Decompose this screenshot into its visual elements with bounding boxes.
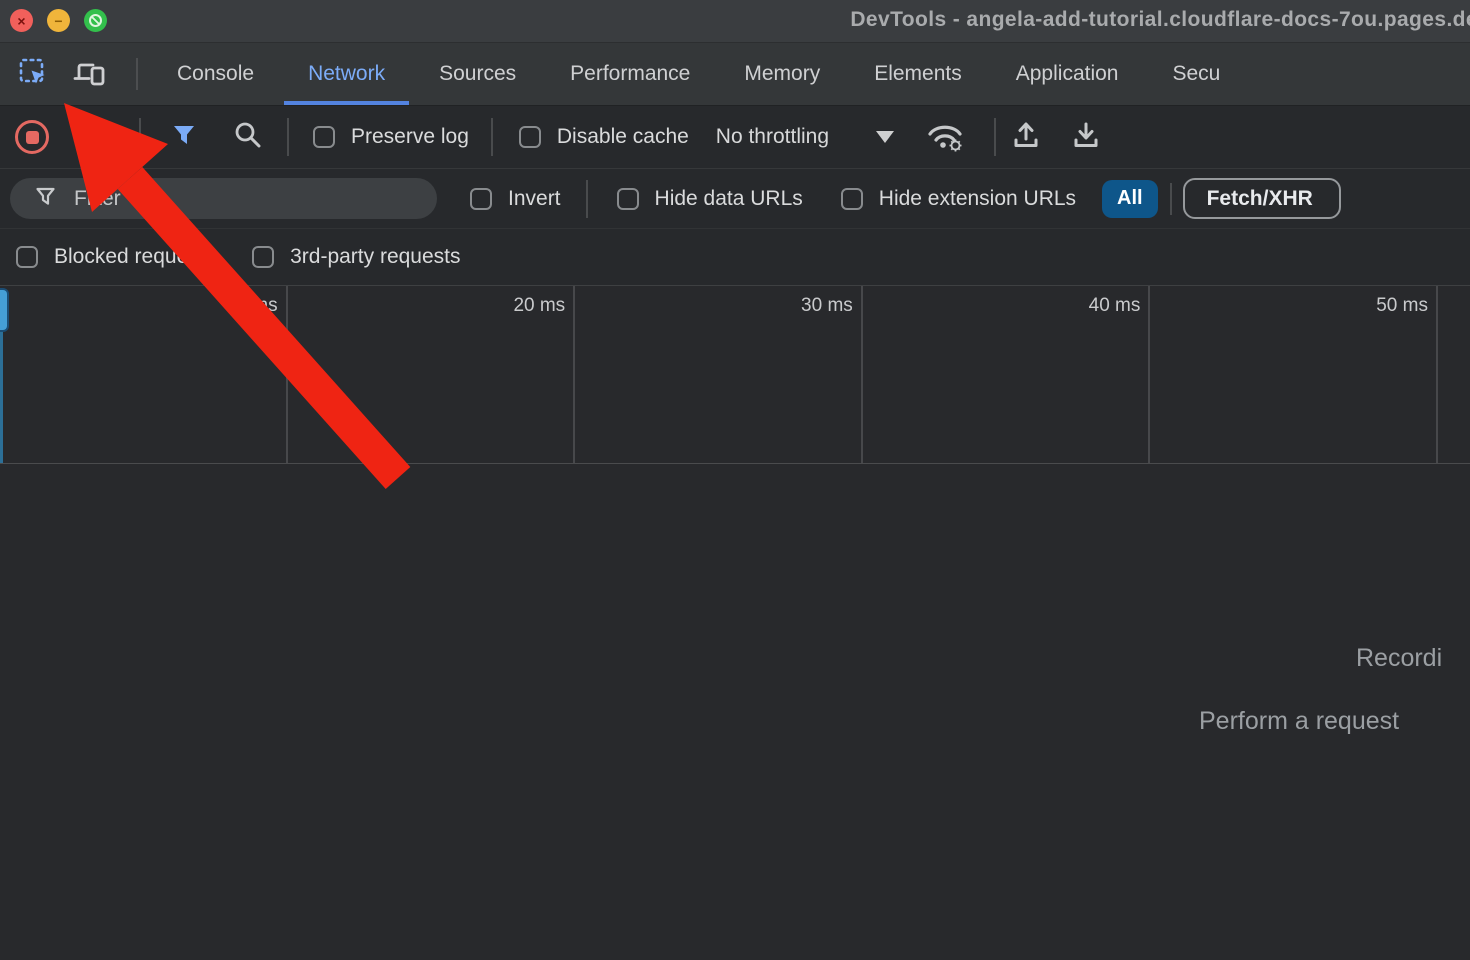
filter-funnel-icon bbox=[34, 185, 57, 213]
filter-chip-fetch-xhr[interactable]: Fetch/XHR bbox=[1183, 178, 1341, 219]
invert-checkbox[interactable] bbox=[470, 188, 492, 210]
import-har-button[interactable] bbox=[1010, 118, 1042, 157]
recording-status-text: Recordi bbox=[1356, 644, 1442, 673]
tab-performance[interactable]: Performance bbox=[543, 43, 717, 105]
filter-field[interactable] bbox=[10, 178, 437, 219]
filterbar-separator bbox=[586, 180, 588, 218]
timeline-segment: 20 ms bbox=[288, 286, 576, 463]
tab-sources[interactable]: Sources bbox=[412, 43, 543, 105]
timeline-segment: 10 ms bbox=[0, 286, 288, 463]
filter-input[interactable] bbox=[74, 187, 374, 211]
devtools-tabbar: Console Network Sources Performance Memo… bbox=[0, 42, 1470, 105]
requests-panel: Recordi Perform a request bbox=[0, 464, 1470, 960]
record-stop-icon bbox=[26, 131, 39, 144]
throttling-select[interactable]: No throttling bbox=[716, 125, 829, 149]
search-icon bbox=[233, 120, 263, 155]
invert-label: Invert bbox=[508, 187, 561, 211]
device-toolbar-button[interactable] bbox=[72, 57, 106, 92]
network-conditions-button[interactable] bbox=[922, 117, 968, 158]
filter-funnel-icon bbox=[171, 123, 197, 152]
record-button[interactable] bbox=[15, 120, 49, 154]
hide-extension-urls-label: Hide extension URLs bbox=[879, 187, 1076, 211]
timeline-marker: 10 ms bbox=[226, 295, 278, 317]
hide-extension-urls-checkbox[interactable] bbox=[841, 188, 863, 210]
fullscreen-button[interactable] bbox=[84, 9, 107, 32]
tab-console[interactable]: Console bbox=[150, 43, 281, 105]
traffic-lights: × − bbox=[10, 9, 107, 32]
hide-data-urls-checkbox[interactable] bbox=[617, 188, 639, 210]
filterbar-separator bbox=[1170, 183, 1172, 215]
tab-network[interactable]: Network bbox=[281, 43, 412, 105]
clear-button[interactable] bbox=[81, 120, 111, 155]
timeline-marker: 20 ms bbox=[513, 295, 565, 317]
timeline-grid: 10 ms 20 ms 30 ms 40 ms 50 ms bbox=[0, 286, 1470, 463]
overview-left-edge bbox=[0, 332, 3, 463]
empty-state-hint-text: Perform a request bbox=[1199, 707, 1399, 736]
overview-left-handle[interactable] bbox=[0, 288, 9, 332]
hide-data-urls-label: Hide data URLs bbox=[655, 187, 803, 211]
inspect-element-button[interactable] bbox=[18, 57, 48, 92]
network-conditions-icon bbox=[922, 117, 968, 158]
timeline-marker: 50 ms bbox=[1376, 295, 1428, 317]
disable-cache-checkbox[interactable] bbox=[519, 126, 541, 148]
import-har-icon bbox=[1010, 118, 1042, 157]
timeline-marker: 30 ms bbox=[801, 295, 853, 317]
options-bar: Blocked requests 3rd-party requests bbox=[0, 228, 1470, 285]
network-overview[interactable]: 10 ms 20 ms 30 ms 40 ms 50 ms bbox=[0, 285, 1470, 464]
toolbar-separator bbox=[994, 118, 996, 156]
timeline-segment: 30 ms bbox=[575, 286, 863, 463]
tab-security[interactable]: Secu bbox=[1145, 43, 1247, 105]
timeline-marker: 40 ms bbox=[1089, 295, 1141, 317]
blocked-requests-label: Blocked requests bbox=[54, 245, 215, 269]
preserve-log-label: Preserve log bbox=[351, 125, 469, 149]
close-button[interactable]: × bbox=[10, 9, 33, 32]
timeline-segment: 50 ms bbox=[1150, 286, 1438, 463]
filter-chip-all[interactable]: All bbox=[1102, 180, 1158, 218]
timeline-segment bbox=[1438, 286, 1470, 463]
toolbar-separator bbox=[287, 118, 289, 156]
filter-toggle-button[interactable] bbox=[171, 123, 197, 152]
third-party-requests-label: 3rd-party requests bbox=[290, 245, 460, 269]
network-toolbar: Preserve log Disable cache No throttling bbox=[0, 105, 1470, 168]
clear-icon bbox=[81, 120, 111, 155]
inspect-cursor-icon bbox=[18, 57, 48, 92]
export-har-button[interactable] bbox=[1070, 118, 1102, 157]
chevron-down-icon[interactable] bbox=[876, 131, 894, 143]
devtools-window: × − DevTools - angela-add-tutorial.cloud… bbox=[0, 0, 1470, 960]
tab-elements[interactable]: Elements bbox=[847, 43, 989, 105]
fullscreen-icon bbox=[89, 14, 102, 27]
toolbar-separator bbox=[139, 118, 141, 156]
export-har-icon bbox=[1070, 118, 1102, 157]
window-title: DevTools - angela-add-tutorial.cloudflar… bbox=[850, 8, 1470, 32]
blocked-requests-checkbox[interactable] bbox=[16, 246, 38, 268]
device-toolbar-icon bbox=[72, 57, 106, 92]
filter-bar: Invert Hide data URLs Hide extension URL… bbox=[0, 168, 1470, 228]
tabbar-separator bbox=[136, 58, 138, 90]
tab-application[interactable]: Application bbox=[989, 43, 1146, 105]
timeline-segment: 40 ms bbox=[863, 286, 1151, 463]
disable-cache-label: Disable cache bbox=[557, 125, 689, 149]
preserve-log-checkbox[interactable] bbox=[313, 126, 335, 148]
search-button[interactable] bbox=[233, 120, 263, 155]
minimize-button[interactable]: − bbox=[47, 9, 70, 32]
toolbar-separator bbox=[491, 118, 493, 156]
titlebar: × − DevTools - angela-add-tutorial.cloud… bbox=[0, 0, 1470, 42]
tab-memory[interactable]: Memory bbox=[717, 43, 847, 105]
third-party-requests-checkbox[interactable] bbox=[252, 246, 274, 268]
